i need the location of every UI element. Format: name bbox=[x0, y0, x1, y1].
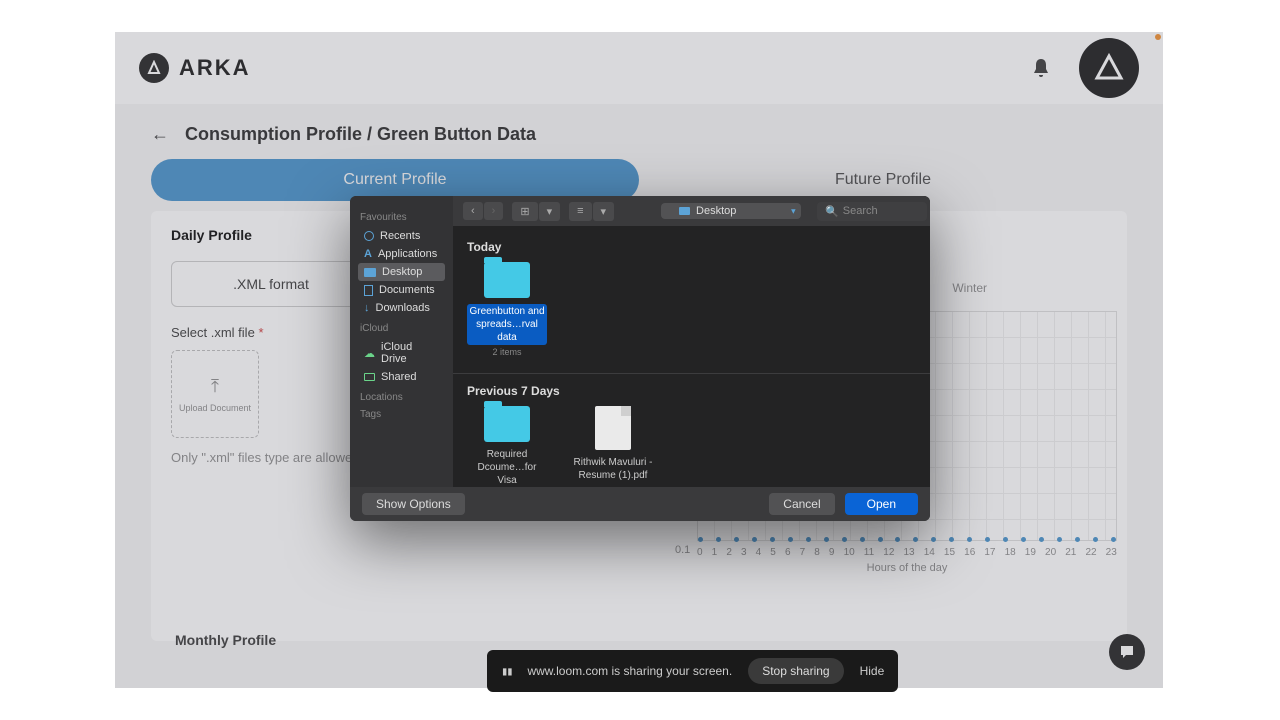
file-picker-sidebar: Favourites Recents AApplications Desktop… bbox=[350, 196, 453, 487]
desktop-icon bbox=[364, 268, 376, 277]
sidebar-item-downloads[interactable]: ↓Downloads bbox=[358, 299, 445, 317]
clock-icon bbox=[364, 231, 374, 241]
screen-share-bar: ▮▮ www.loom.com is sharing your screen. … bbox=[487, 650, 898, 692]
group-button[interactable]: ≡ bbox=[569, 202, 591, 221]
file-picker-dialog: Favourites Recents AApplications Desktop… bbox=[350, 196, 930, 521]
show-options-button[interactable]: Show Options bbox=[362, 493, 465, 515]
sidebar-item-recents[interactable]: Recents bbox=[358, 227, 445, 245]
section-previous-7-days: Previous 7 Days bbox=[467, 384, 916, 398]
file-item-resume-pdf[interactable]: Rithwik Mavuluri - Resume (1).pdf bbox=[573, 406, 653, 487]
desktop-icon bbox=[679, 207, 690, 215]
sidebar-heading-tags: Tags bbox=[360, 409, 443, 420]
sidebar-item-shared[interactable]: Shared bbox=[358, 368, 445, 386]
shared-icon bbox=[364, 373, 375, 381]
stop-sharing-button[interactable]: Stop sharing bbox=[748, 658, 843, 684]
group-dropdown-button[interactable]: ▾ bbox=[593, 202, 615, 221]
search-icon: 🔍 bbox=[825, 205, 839, 218]
file-picker-content: ‹ › ⊞ ▾ ≡ ▾ Desktop 🔍 bbox=[453, 196, 930, 487]
downloads-icon: ↓ bbox=[364, 302, 370, 314]
file-picker-footer: Show Options Cancel Open bbox=[350, 487, 930, 521]
view-dropdown-button[interactable]: ▾ bbox=[539, 202, 561, 221]
folder-icon bbox=[484, 406, 530, 442]
sidebar-item-applications[interactable]: AApplications bbox=[358, 245, 445, 263]
search-input[interactable]: 🔍 Search bbox=[817, 202, 927, 221]
location-select[interactable]: Desktop bbox=[661, 203, 801, 219]
apps-icon: A bbox=[364, 248, 372, 260]
nav-forward-button[interactable]: › bbox=[484, 202, 504, 220]
nav-back-button[interactable]: ‹ bbox=[463, 202, 483, 220]
sidebar-heading-icloud: iCloud bbox=[360, 323, 443, 334]
file-picker-toolbar: ‹ › ⊞ ▾ ≡ ▾ Desktop 🔍 bbox=[453, 196, 930, 226]
sidebar-item-desktop[interactable]: Desktop bbox=[358, 263, 445, 281]
sidebar-heading-favourites: Favourites bbox=[360, 212, 443, 223]
file-item-greenbutton[interactable]: Greenbutton and spreads…rval data 2 item… bbox=[467, 262, 547, 357]
sidebar-item-documents[interactable]: Documents bbox=[358, 281, 445, 299]
view-grid-button[interactable]: ⊞ bbox=[512, 202, 537, 221]
documents-icon bbox=[364, 285, 373, 296]
hide-button[interactable]: Hide bbox=[860, 664, 885, 678]
section-today: Today bbox=[467, 240, 916, 254]
sidebar-item-icloud-drive[interactable]: ☁iCloud Drive bbox=[358, 338, 445, 368]
sidebar-heading-locations: Locations bbox=[360, 392, 443, 403]
document-icon bbox=[595, 406, 631, 450]
open-button[interactable]: Open bbox=[845, 493, 918, 515]
cancel-button[interactable]: Cancel bbox=[769, 493, 834, 515]
share-text: www.loom.com is sharing your screen. bbox=[527, 664, 732, 678]
folder-icon bbox=[484, 262, 530, 298]
pause-icon[interactable]: ▮▮ bbox=[501, 664, 511, 678]
file-item-required-docs[interactable]: Required Dcoume…for Visa bbox=[467, 406, 547, 487]
cloud-icon: ☁ bbox=[364, 347, 375, 360]
